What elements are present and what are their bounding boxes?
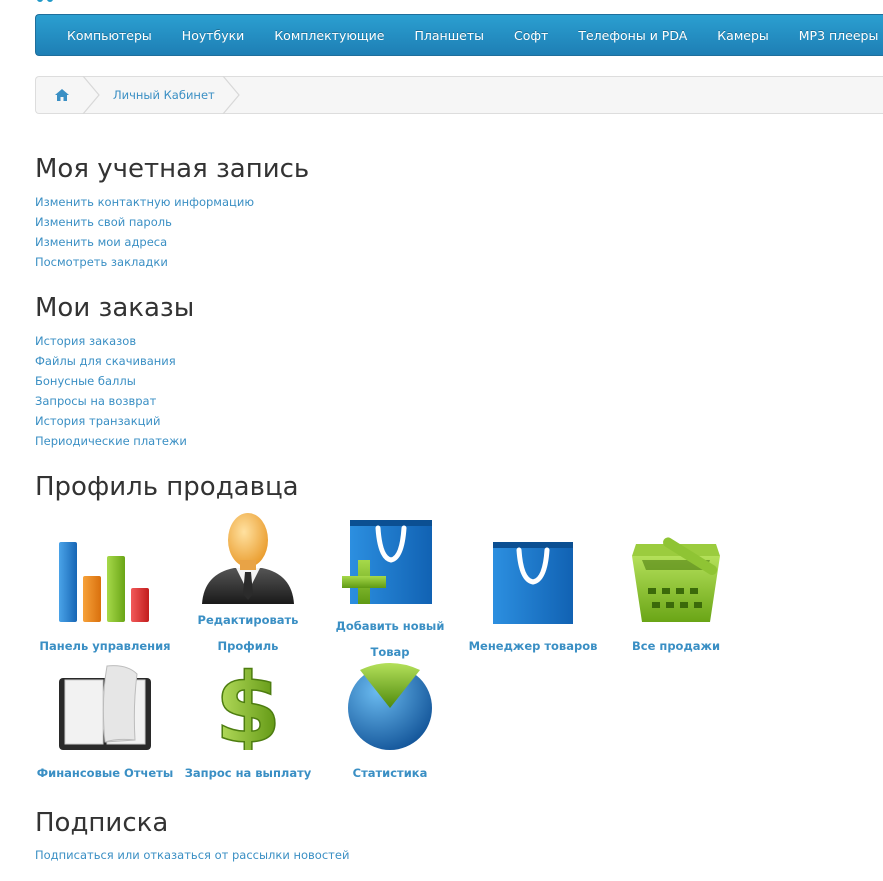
menu-item-software[interactable]: Софт — [499, 28, 563, 43]
svg-text:$: $ — [215, 660, 282, 750]
downloads-link[interactable]: Файлы для скачивания — [35, 354, 176, 368]
tile-label-text: Добавить новый Товар — [335, 619, 445, 659]
menu-item-cameras[interactable]: Камеры — [702, 28, 783, 43]
book-icon — [59, 665, 151, 750]
account-heading: Моя учетная запись — [35, 154, 310, 184]
dollar-icon: $ — [214, 660, 282, 750]
transactions-link[interactable]: История транзакций — [35, 414, 160, 428]
breadcrumb-separator — [82, 76, 100, 114]
change-password-link[interactable]: Изменить свой пароль — [35, 215, 172, 229]
breadcrumb-current[interactable]: Личный Кабинет — [113, 88, 215, 102]
reward-points-link[interactable]: Бонусные баллы — [35, 374, 136, 388]
recurring-payments-link[interactable]: Периодические платежи — [35, 434, 187, 448]
pie-chart-icon — [348, 663, 432, 750]
tile-label: Панель управления — [39, 639, 171, 653]
seller-heading: Профиль продавца — [35, 472, 299, 502]
basket-icon — [632, 537, 720, 622]
breadcrumb-separator — [222, 76, 240, 114]
tile-label-text: Редактировать Профиль — [197, 613, 299, 653]
order-history-link[interactable]: История заказов — [35, 334, 136, 348]
tile-add-product[interactable]: Добавить новый Товар — [320, 518, 460, 659]
tile-label: Менеджер товаров — [468, 639, 598, 653]
tile-label: Все продажи — [631, 639, 720, 653]
menu-item-components[interactable]: Комплектующие — [259, 28, 399, 43]
menu-item-phones[interactable]: Телефоны и PDA — [563, 28, 702, 43]
tile-label: Финансовые Отчеты — [36, 766, 174, 780]
newsletter-link[interactable]: Подписаться или отказаться от рассылки н… — [35, 848, 349, 862]
bar-chart-icon — [59, 542, 149, 622]
returns-link[interactable]: Запросы на возврат — [35, 394, 156, 408]
orders-heading: Мои заказы — [35, 293, 195, 323]
shopping-bag-icon — [493, 542, 573, 624]
home-icon[interactable] — [54, 87, 70, 103]
tile-financial-reports[interactable]: Финансовые Отчеты — [35, 660, 175, 790]
top-menu: Компьютеры Ноутбуки Комплектующие Планше… — [35, 14, 883, 56]
tile-dashboard[interactable]: Панель управления — [35, 518, 175, 658]
menu-item-computers[interactable]: Компьютеры — [52, 28, 167, 43]
tile-statistics[interactable]: Статистика — [320, 660, 460, 790]
edit-addresses-link[interactable]: Изменить мои адреса — [35, 235, 167, 249]
tile-edit-profile[interactable]: Редактировать Профиль — [178, 512, 318, 658]
tile-label: Редактировать Профиль — [178, 607, 318, 659]
logo-fragment — [35, 0, 75, 6]
menu-item-laptops[interactable]: Ноутбуки — [167, 28, 260, 43]
orders-links: История заказов Файлы для скачивания Бон… — [35, 331, 187, 451]
edit-contact-link[interactable]: Изменить контактную информацию — [35, 195, 254, 209]
tile-label: Статистика — [352, 766, 428, 780]
subscription-heading: Подписка — [35, 808, 169, 838]
account-links: Изменить контактную информацию Изменить … — [35, 192, 254, 272]
breadcrumb: Личный Кабинет — [35, 76, 883, 114]
menu-item-tablets[interactable]: Планшеты — [399, 28, 499, 43]
tile-label: Добавить новый Товар — [320, 613, 460, 665]
tile-payout-request[interactable]: $ Запрос на выплату — [178, 660, 318, 790]
wishlist-link[interactable]: Посмотреть закладки — [35, 255, 168, 269]
tile-all-sales[interactable]: Все продажи — [606, 518, 746, 658]
menu-item-mp3[interactable]: MP3 плееры — [784, 28, 883, 43]
add-product-bag-icon — [342, 520, 432, 604]
subscription-links: Подписаться или отказаться от рассылки н… — [35, 845, 349, 865]
user-profile-icon — [202, 513, 294, 604]
tile-label: Запрос на выплату — [184, 766, 312, 780]
tile-product-manager[interactable]: Менеджер товаров — [463, 518, 603, 658]
